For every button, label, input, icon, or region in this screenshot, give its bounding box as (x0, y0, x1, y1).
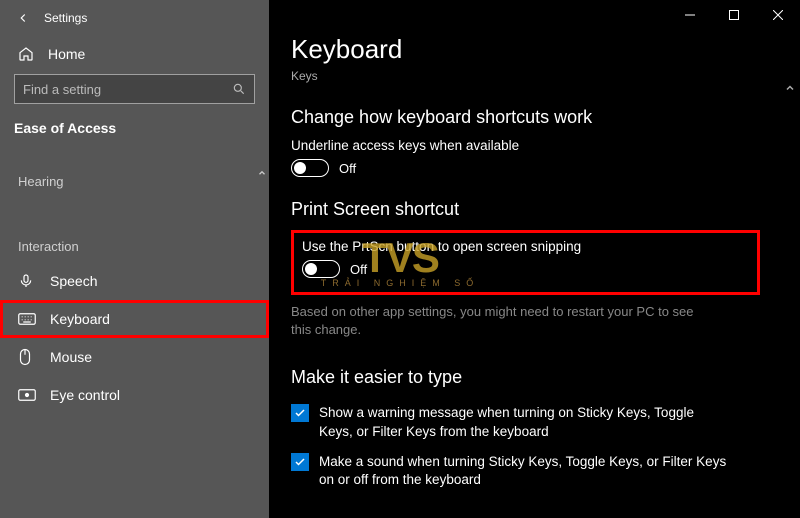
section-shortcuts-heading: Change how keyboard shortcuts work (291, 107, 760, 128)
search-icon (232, 82, 246, 96)
section-printscreen-heading: Print Screen shortcut (291, 199, 760, 220)
sidebar-item-speech[interactable]: Speech (0, 262, 269, 300)
warning-checkbox-label: Show a warning message when turning on S… (319, 404, 731, 440)
sidebar-item-label: Eye control (50, 387, 120, 403)
category-title: Ease of Access (0, 116, 269, 150)
sidebar: Settings Home Find a setting Ease of Acc… (0, 0, 269, 518)
page-subtitle: Keys (291, 69, 760, 83)
microphone-icon (18, 272, 36, 290)
section-easier-heading: Make it easier to type (291, 367, 760, 388)
underline-toggle-state: Off (339, 161, 356, 176)
underline-access-keys-toggle[interactable] (291, 159, 329, 177)
content: Keyboard Keys Change how keyboard shortc… (269, 0, 800, 495)
group-hearing-label: Hearing (0, 150, 269, 197)
search-input[interactable]: Find a setting (14, 74, 255, 104)
keyboard-icon (18, 310, 36, 328)
page-title: Keyboard (291, 34, 760, 65)
sidebar-item-eye-control[interactable]: Eye control (0, 376, 269, 414)
warning-checkbox-row[interactable]: Show a warning message when turning on S… (291, 398, 731, 446)
scroll-up-icon[interactable] (257, 168, 267, 178)
search-placeholder: Find a setting (23, 82, 101, 97)
eye-control-icon (18, 386, 36, 404)
mouse-icon (18, 348, 36, 366)
sidebar-item-label: Keyboard (50, 311, 110, 327)
printscreen-highlight: Use the PrtScn button to open screen sni… (291, 230, 760, 295)
home-icon (18, 46, 34, 62)
main-panel: Keyboard Keys Change how keyboard shortc… (269, 0, 800, 518)
prtscn-toggle[interactable] (302, 260, 340, 278)
group-interaction-label: Interaction (0, 197, 269, 262)
sidebar-item-mouse[interactable]: Mouse (0, 338, 269, 376)
sidebar-item-label: Speech (50, 273, 97, 289)
prtscn-toggle-state: Off (350, 262, 367, 277)
back-arrow-icon[interactable] (16, 10, 32, 26)
sidebar-item-keyboard[interactable]: Keyboard (0, 300, 269, 338)
prtscn-label: Use the PrtScn button to open screen sni… (302, 239, 749, 254)
sound-checkbox-row[interactable]: Make a sound when turning Sticky Keys, T… (291, 447, 731, 495)
app-title: Settings (44, 11, 87, 25)
titlebar-left: Settings (0, 6, 269, 36)
underline-access-keys-label: Underline access keys when available (291, 138, 760, 153)
prtscn-description: Based on other app settings, you might n… (291, 303, 711, 339)
home-label: Home (48, 46, 85, 62)
checkbox-checked-icon (291, 404, 309, 422)
checkbox-checked-icon (291, 453, 309, 471)
sidebar-item-label: Mouse (50, 349, 92, 365)
settings-window: Settings Home Find a setting Ease of Acc… (0, 0, 800, 518)
sound-checkbox-label: Make a sound when turning Sticky Keys, T… (319, 453, 731, 489)
sidebar-home[interactable]: Home (0, 36, 269, 74)
